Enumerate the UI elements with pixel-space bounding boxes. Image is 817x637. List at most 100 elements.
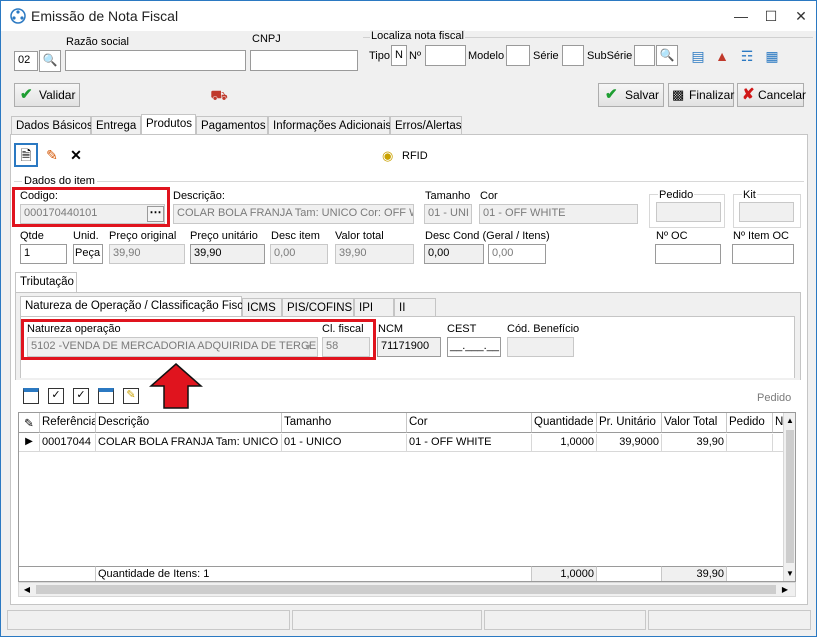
tab-entrega[interactable]: Entrega bbox=[91, 116, 141, 135]
search-icon[interactable]: 🔍 bbox=[39, 50, 61, 72]
col-pr-unitario[interactable]: Pr. Unitário bbox=[597, 413, 662, 433]
col-cor[interactable]: Cor bbox=[407, 413, 532, 433]
subtab-pis-cofins[interactable]: PIS/COFINS bbox=[282, 298, 354, 317]
kit-input[interactable] bbox=[739, 202, 794, 222]
maximize-button[interactable]: ☐ bbox=[756, 1, 786, 31]
subserie-input[interactable] bbox=[634, 45, 655, 66]
tab-tributacao[interactable]: Tributação bbox=[15, 272, 77, 293]
col-quantidade[interactable]: Quantidade bbox=[532, 413, 597, 433]
rfid-label[interactable]: RFID bbox=[402, 150, 428, 162]
table-cell[interactable]: 01 - OFF WHITE bbox=[407, 434, 532, 452]
table-cell[interactable]: 00017044 bbox=[40, 434, 96, 452]
table-cell[interactable]: COLAR BOLA FRANJA Tam: UNICO C bbox=[96, 434, 282, 452]
tab-erros-alertas[interactable]: Erros/Alertas bbox=[390, 116, 462, 135]
check-icon: ✔ bbox=[20, 86, 33, 103]
uncheck-all-icon[interactable] bbox=[98, 388, 114, 404]
barcode-icon: ▩ bbox=[672, 87, 685, 102]
valor-total-input[interactable]: 39,90 bbox=[335, 244, 414, 264]
salvar-button[interactable]: ✔ Salvar bbox=[598, 83, 664, 107]
cnpj-input[interactable] bbox=[250, 50, 358, 71]
serie-input[interactable] bbox=[562, 45, 584, 66]
table-cell[interactable]: 39,90 bbox=[662, 434, 727, 452]
edit-grid-icon[interactable]: ✎ bbox=[123, 388, 139, 404]
scroll-up-icon[interactable]: ▲ bbox=[784, 414, 795, 428]
stamp-icon[interactable]: ▲ bbox=[711, 45, 733, 67]
list-icon[interactable]: ▤ bbox=[687, 45, 709, 67]
new-icon[interactable]: 🗎 bbox=[14, 143, 38, 167]
check-list-icon[interactable]: ✓ bbox=[48, 388, 64, 404]
cest-input[interactable]: __.___.__ bbox=[447, 337, 501, 357]
footer-spacer bbox=[19, 566, 96, 581]
desc-item-input[interactable]: 0,00 bbox=[270, 244, 328, 264]
num-field[interactable]: 02 bbox=[14, 51, 38, 71]
check-all-icon[interactable]: ✓ bbox=[73, 388, 89, 404]
no-item-oc-label: Nº Item OC bbox=[733, 230, 789, 242]
scroll-right-icon[interactable]: ▶ bbox=[779, 583, 791, 596]
pedido-input[interactable] bbox=[656, 202, 721, 222]
scroll-down-icon[interactable]: ▼ bbox=[784, 567, 795, 581]
select-all-icon[interactable] bbox=[23, 388, 39, 404]
document-icon[interactable]: ☶ bbox=[736, 45, 758, 67]
subserie-label: SubSérie bbox=[587, 50, 633, 62]
row-indicator-icon: ▶ bbox=[19, 434, 40, 452]
dados-item-label: Dados do item bbox=[22, 175, 97, 187]
localiza-search-icon[interactable]: 🔍 bbox=[656, 45, 678, 66]
tab-informacoes-adicionais[interactable]: Informações Adicionais bbox=[268, 116, 391, 135]
desc-cond-label: Desc Cond (Geral / Itens) bbox=[425, 230, 550, 242]
table-cell[interactable]: 1,0000 bbox=[532, 434, 597, 452]
truck-icon[interactable]: ⛟ bbox=[208, 84, 230, 106]
subtab-icms[interactable]: ICMS bbox=[242, 298, 282, 317]
desc-cond-itens-input[interactable]: 0,00 bbox=[488, 244, 546, 264]
desc-cond-geral-input[interactable]: 0,00 bbox=[424, 244, 484, 264]
validar-label: Validar bbox=[39, 88, 76, 102]
tamanho-input[interactable]: 01 - UNI bbox=[424, 204, 472, 224]
col-valor-total[interactable]: Valor Total bbox=[662, 413, 727, 433]
razao-input[interactable] bbox=[65, 50, 246, 71]
no-input[interactable] bbox=[425, 45, 466, 66]
edit-icon[interactable]: ✎ bbox=[41, 144, 63, 166]
horizontal-scrollbar[interactable]: ◀ ▶ bbox=[18, 582, 796, 597]
tab-dados-basicos[interactable]: Dados Básicos bbox=[11, 116, 93, 135]
finalizar-button[interactable]: ▩ Finalizar bbox=[668, 83, 734, 107]
footer-spacer-3 bbox=[727, 566, 785, 581]
preco-original-input[interactable]: 39,90 bbox=[109, 244, 185, 264]
preco-unitario-input[interactable]: 39,90 bbox=[190, 244, 265, 264]
close-button[interactable]: ✕ bbox=[786, 1, 816, 31]
subtab-ipi[interactable]: IPI bbox=[354, 298, 394, 317]
unid-input[interactable]: Peça bbox=[73, 244, 103, 264]
cest-label: CEST bbox=[447, 323, 477, 335]
tab-pagamentos[interactable]: Pagamentos bbox=[196, 116, 268, 135]
subtab-ii[interactable]: II bbox=[394, 298, 436, 317]
minimize-button[interactable]: — bbox=[726, 1, 756, 31]
cnpj-label: CNPJ bbox=[252, 33, 281, 45]
cod-beneficio-input[interactable] bbox=[507, 337, 574, 357]
localiza-label: Localiza nota fiscal bbox=[370, 30, 465, 42]
x-icon: ✘ bbox=[742, 86, 755, 103]
table-cell[interactable]: 39,9000 bbox=[597, 434, 662, 452]
col-tamanho[interactable]: Tamanho bbox=[282, 413, 407, 433]
tab-produtos[interactable]: Produtos bbox=[141, 114, 196, 135]
no-item-oc-input[interactable] bbox=[732, 244, 794, 264]
cancelar-button[interactable]: ✘ Cancelar bbox=[737, 83, 806, 107]
delete-icon[interactable]: ✕ bbox=[65, 144, 87, 166]
qtde-input[interactable]: 1 bbox=[20, 244, 67, 264]
scroll-left-icon[interactable]: ◀ bbox=[21, 583, 33, 596]
table-cell[interactable]: 01 - UNICO bbox=[282, 434, 407, 452]
h-scroll-thumb[interactable] bbox=[36, 585, 776, 594]
window-title: Emissão de Nota Fiscal bbox=[31, 8, 179, 24]
subtab-natureza[interactable]: Natureza de Operação / Classificação Fis… bbox=[20, 296, 252, 317]
cor-input[interactable]: 01 - OFF WHITE bbox=[479, 204, 638, 224]
ncm-input[interactable]: 71171900 bbox=[377, 337, 441, 357]
grid-icon[interactable]: ▦ bbox=[761, 45, 783, 67]
table-cell[interactable] bbox=[727, 434, 773, 452]
vertical-scrollbar[interactable]: ▲ ▼ bbox=[783, 413, 795, 581]
validar-button[interactable]: ✔ Validar bbox=[14, 83, 80, 107]
descricao-input[interactable]: COLAR BOLA FRANJA Tam: UNICO Cor: OFF W bbox=[173, 204, 414, 224]
col-descricao[interactable]: Descrição bbox=[96, 413, 282, 433]
scroll-thumb[interactable] bbox=[786, 430, 794, 563]
no-oc-input[interactable] bbox=[655, 244, 721, 264]
col-pedido[interactable]: Pedido bbox=[727, 413, 773, 433]
col-referencia[interactable]: Referência bbox=[40, 413, 96, 433]
tipo-input[interactable]: N bbox=[391, 45, 407, 66]
modelo-input[interactable] bbox=[506, 45, 530, 66]
